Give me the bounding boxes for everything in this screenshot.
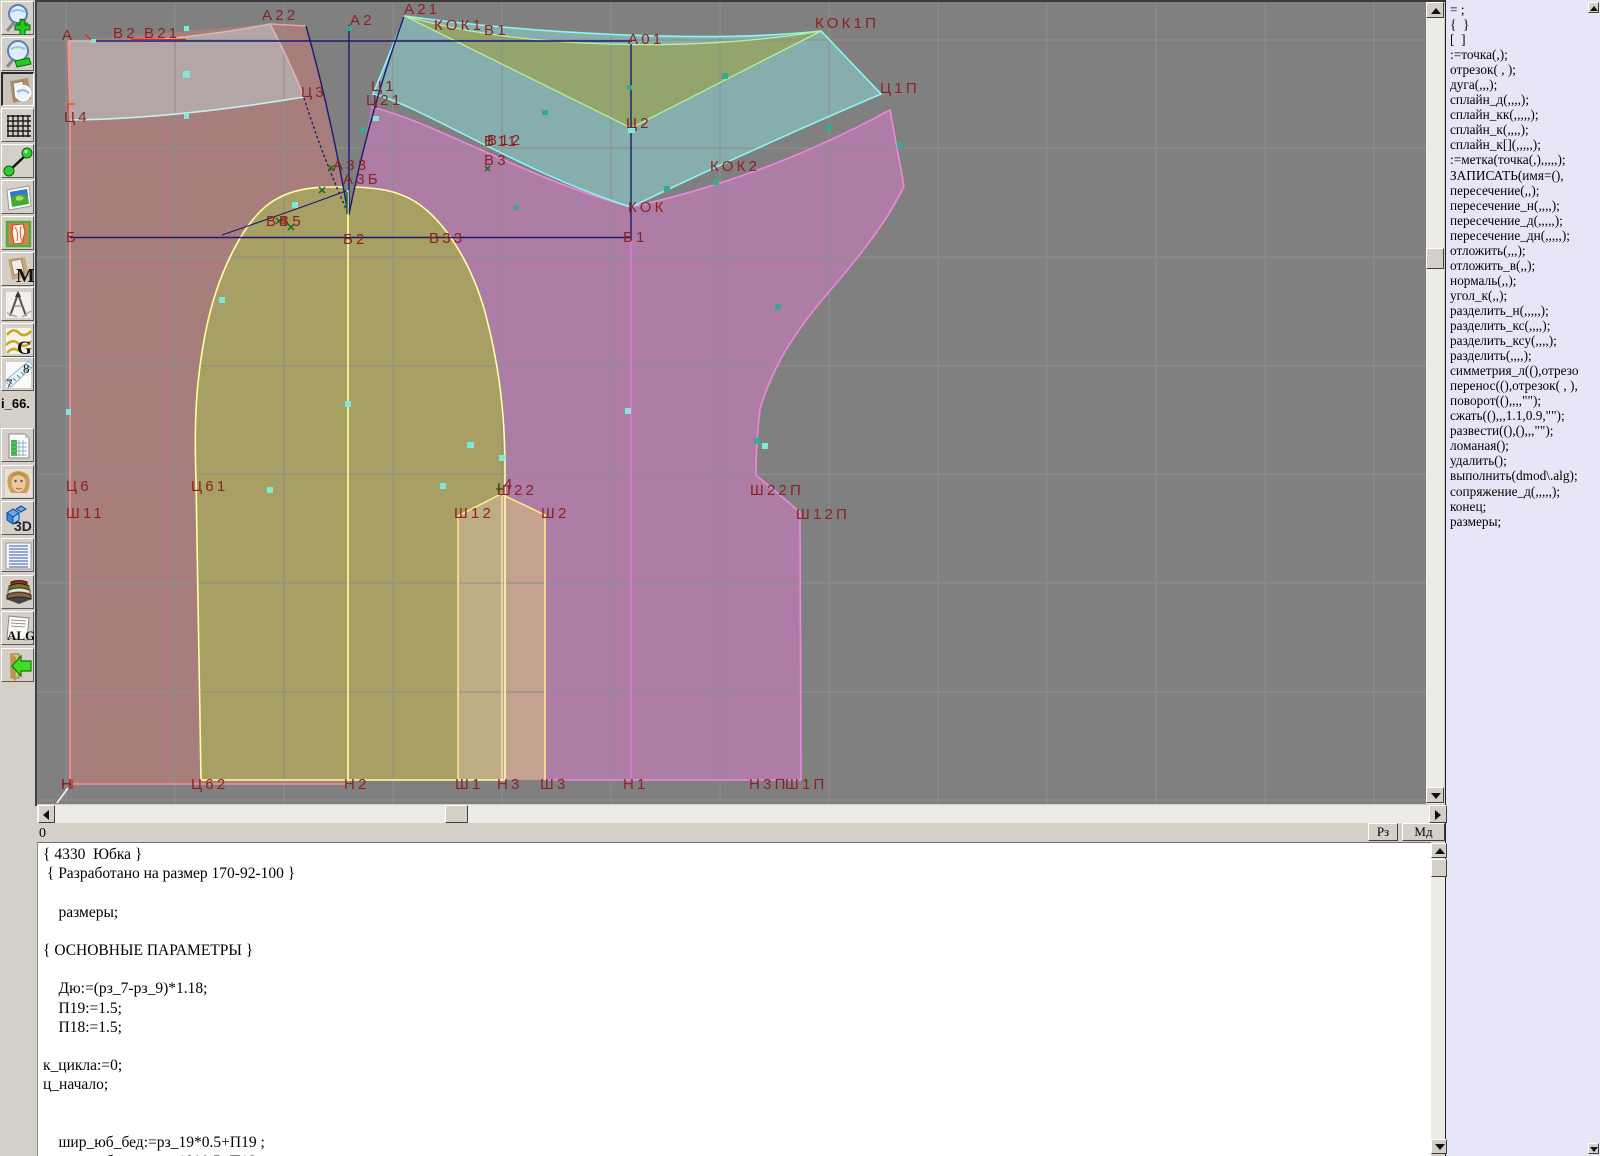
svg-text:7: 7	[6, 376, 13, 391]
svg-text:В5: В5	[279, 213, 304, 230]
svg-text:Ш3: Ш3	[540, 776, 569, 793]
svg-text:Ц4: Ц4	[64, 109, 90, 126]
svg-text:А2: А2	[350, 12, 375, 29]
svg-text:Ц61: Ц61	[191, 478, 228, 495]
svg-text:Н: Н	[61, 776, 75, 793]
svg-text:4: 4	[504, 476, 516, 493]
svg-text:Ш12: Ш12	[454, 505, 494, 522]
svg-text:Б: Б	[66, 229, 79, 246]
svg-text:В2: В2	[113, 25, 138, 42]
svg-text:G: G	[17, 338, 32, 357]
svg-text:КОК2: КОК2	[710, 158, 760, 175]
svg-text:Ц3: Ц3	[301, 84, 327, 101]
svg-text:Ш1П: Ш1П	[785, 776, 827, 793]
svg-text:Ш2: Ш2	[541, 505, 570, 522]
svg-text:А3Б: А3Б	[343, 171, 381, 188]
svg-text:Ш1: Ш1	[455, 776, 484, 793]
svg-text:А01: А01	[628, 31, 664, 48]
svg-text:8: 8	[23, 361, 30, 376]
svg-text:А22: А22	[262, 7, 298, 24]
svg-text:А21: А21	[404, 2, 440, 18]
svg-text:Н2: Н2	[344, 776, 370, 793]
svg-text:Ц2: Ц2	[626, 115, 652, 132]
svg-text:В1: В1	[484, 22, 509, 39]
svg-text:3D: 3D	[14, 518, 32, 534]
svg-text:А: А	[62, 27, 75, 44]
svg-text:Ц1П: Ц1П	[880, 80, 920, 97]
svg-text:КОК1П: КОК1П	[815, 15, 879, 32]
svg-text:Б1: Б1	[623, 229, 648, 246]
svg-text:Ц21: Ц21	[366, 92, 403, 109]
svg-text:Н3: Н3	[497, 776, 523, 793]
svg-text:M: M	[16, 265, 34, 286]
svg-text:В33: В33	[429, 230, 465, 247]
svg-text:В12: В12	[487, 132, 523, 149]
svg-text:Ш22: Ш22	[497, 482, 537, 499]
svg-text:Ц62: Ц62	[191, 776, 228, 793]
svg-text:Ш22П: Ш22П	[750, 482, 804, 499]
svg-text:Ш12П: Ш12П	[796, 506, 850, 523]
svg-text:Н1: Н1	[623, 776, 649, 793]
svg-text:В21: В21	[144, 25, 180, 42]
svg-text:КОК: КОК	[628, 199, 667, 216]
svg-text:Н3П: Н3П	[749, 776, 789, 793]
svg-text:ALG: ALG	[7, 628, 34, 643]
svg-text:Ц6: Ц6	[66, 478, 92, 495]
svg-text:КОК1: КОК1	[434, 17, 484, 34]
svg-text:Б2: Б2	[343, 231, 368, 248]
svg-text:В3: В3	[484, 152, 509, 169]
svg-text:Ш11: Ш11	[66, 505, 105, 522]
